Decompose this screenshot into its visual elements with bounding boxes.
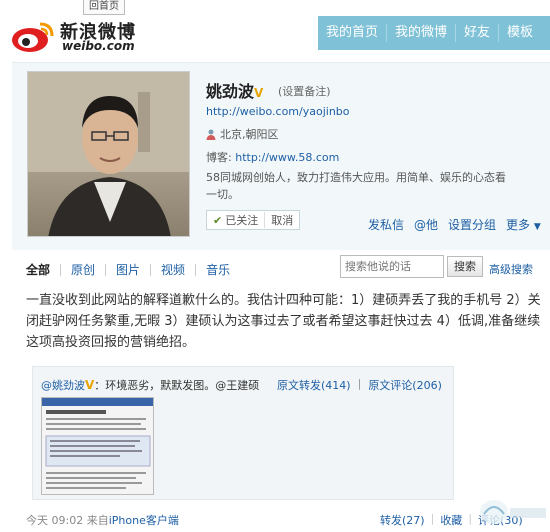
check-icon: ✔ [213, 213, 223, 227]
tab-music[interactable]: 音乐 [196, 264, 240, 276]
profile-name-text: 姚劲波 [206, 82, 255, 101]
weibo-logo[interactable]: 新浪微博 weibo.com [8, 14, 148, 56]
search-input[interactable] [340, 255, 444, 278]
original-comment-link[interactable]: 原文评论(206) [368, 377, 442, 393]
profile-location: 北京,朝阳区 [206, 126, 279, 142]
verified-badge-icon: V [254, 86, 264, 100]
screenshot-thumbnail-icon [42, 398, 153, 494]
send-message-link[interactable]: 发私信 [368, 216, 404, 233]
verified-badge-icon: V [85, 378, 95, 392]
followed-indicator: ✔ 已关注 [207, 212, 266, 228]
site-watermark-icon [480, 500, 546, 524]
repost-box: @姚劲波V：环境恶劣，默默发图。@王建硕 原文转发(414) | 原文评论(20… [32, 366, 454, 500]
repost-content: @姚劲波V：环境恶劣，默默发图。@王建硕 [41, 377, 259, 393]
set-group-link[interactable]: 设置分组 [448, 216, 496, 233]
location-text: 北京,朝阳区 [220, 128, 279, 141]
nav-my-home[interactable]: 我的首页 [318, 24, 388, 42]
advanced-search-link[interactable]: 高级搜索 [489, 261, 533, 277]
divider: | [430, 512, 435, 525]
profile-blog: 博客: http://www.58.com [206, 149, 339, 165]
source-link[interactable]: iPhone客户端 [109, 514, 179, 527]
blog-label: 博客: [206, 151, 232, 164]
follow-status: ✔ 已关注 取消 [206, 210, 301, 230]
original-forward-link[interactable]: 原文转发(414) [277, 377, 351, 393]
avatar[interactable] [27, 71, 190, 237]
repost-stats: 原文转发(414) | 原文评论(206) [277, 377, 442, 393]
chevron-down-icon: ▼ [533, 222, 541, 232]
repost-author-link[interactable]: @姚劲波 [41, 379, 85, 392]
logo-domain: weibo.com [62, 39, 135, 53]
profile-actions: 发私信 @他 设置分组 更多 ▼ [368, 216, 541, 233]
nav-friends[interactable]: 好友 [456, 24, 500, 42]
tab-all[interactable]: 全部 [26, 264, 62, 276]
mention-link[interactable]: @他 [414, 216, 438, 233]
divider: | [357, 377, 362, 390]
nav-templates[interactable]: 模板 [499, 24, 541, 42]
forward-link[interactable]: 转发(27) [380, 512, 425, 528]
profile-bio: 58同城网创始人，致力打造伟大应用。用简单、娱乐的心态看一切。 [206, 171, 506, 201]
tab-pictures[interactable]: 图片 [106, 264, 152, 276]
weibo-eye-icon [12, 22, 54, 52]
repost-text: ：环境恶劣，默默发图。@王建硕 [94, 379, 260, 392]
more-dropdown[interactable]: 更多 ▼ [506, 216, 541, 233]
profile-card: 姚劲波V (设置备注) http://weibo.com/yaojinbo 北京… [12, 62, 550, 250]
profile-name: 姚劲波V [206, 78, 263, 102]
followed-label: 已关注 [225, 214, 259, 227]
back-home-link[interactable]: 回首页 [83, 0, 125, 15]
unfollow-button[interactable]: 取消 [265, 212, 299, 228]
post-meta: 今天 09:02 来自iPhone客户端 [26, 512, 179, 528]
post-text: 一直没收到此网站的解释道歉什么的。我估计四种可能：1）建硕弄丢了我的手机号 2）… [26, 293, 541, 350]
favorite-link[interactable]: 收藏 [440, 512, 462, 528]
avatar-portrait-icon [28, 72, 189, 236]
person-icon [206, 129, 216, 140]
search-button[interactable]: 搜索 [447, 256, 483, 277]
blog-link[interactable]: http://www.58.com [235, 151, 339, 164]
divider: | [468, 512, 473, 525]
source-prefix: 来自 [86, 514, 109, 527]
post-time-link[interactable]: 今天 09:02 [26, 514, 83, 527]
profile-url-link[interactable]: http://weibo.com/yaojinbo [206, 105, 350, 118]
tab-videos[interactable]: 视频 [151, 264, 197, 276]
more-label: 更多 [506, 218, 531, 232]
attached-image-thumbnail[interactable] [41, 397, 154, 495]
nav-my-weibo[interactable]: 我的微博 [387, 24, 457, 42]
tab-original[interactable]: 原创 [61, 264, 107, 276]
set-remark-link[interactable]: (设置备注) [278, 83, 331, 99]
top-nav: 我的首页 我的微博 好友 模板 [318, 16, 550, 50]
